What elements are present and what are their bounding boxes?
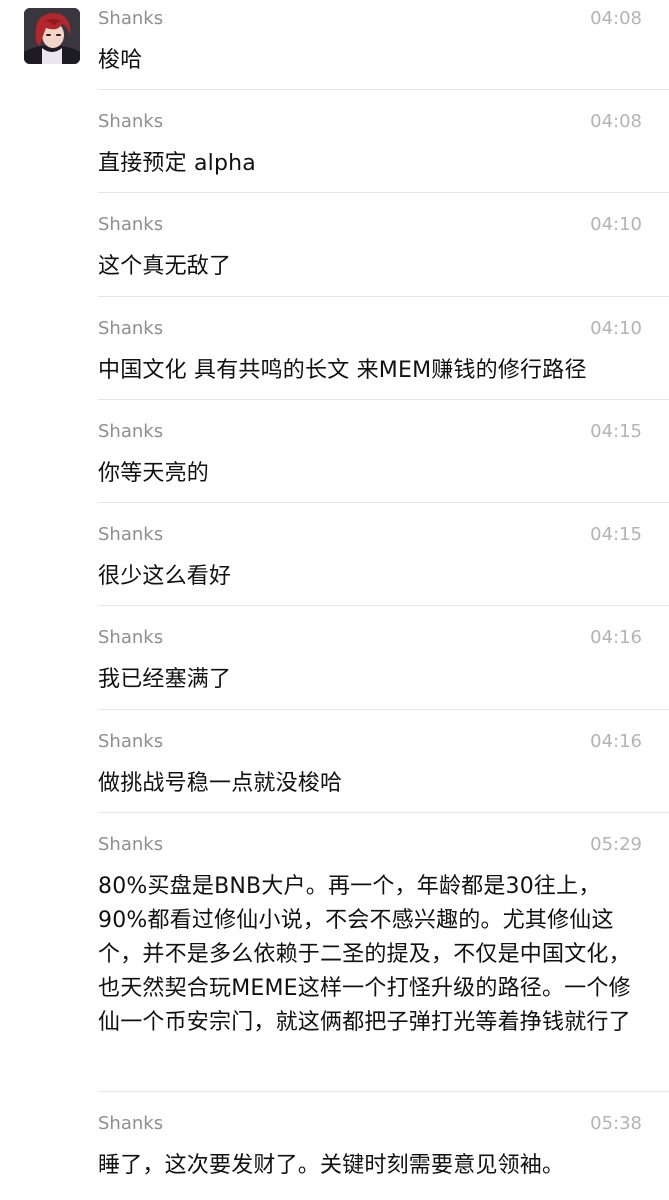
message-item[interactable]: Shanks 04:15 你等天亮的 [98, 421, 642, 501]
message-text: 这个真无敌了 [98, 254, 232, 279]
sender-name: Shanks [98, 524, 164, 545]
divider [98, 296, 669, 297]
sender-name: Shanks [98, 318, 164, 339]
sender-name: Shanks [98, 731, 164, 752]
message-text: 80%买盘是BNB大户。再一个，年龄都是30往上，90%都看过修仙小说，不会不感… [98, 874, 631, 1035]
message-time: 04:08 [590, 8, 642, 29]
message-text: 中国文化 具有共鸣的长文 来MEM赚钱的修行路径 [98, 358, 587, 383]
sender-name: Shanks [98, 214, 164, 235]
message-text: 你等天亮的 [98, 461, 210, 486]
message-time: 04:08 [590, 111, 642, 132]
message-item[interactable]: Shanks 05:38 睡了，这次要发财了。关键时刻需要意见领袖。 [98, 1113, 642, 1193]
sender-name: Shanks [98, 834, 164, 855]
message-item[interactable]: Shanks 04:10 中国文化 具有共鸣的长文 来MEM赚钱的修行路径 [98, 318, 642, 398]
message-time: 04:10 [590, 214, 642, 235]
user-avatar-red-hair-icon [24, 8, 80, 64]
message-text: 直接预定 alpha [98, 151, 256, 176]
message-text: 睡了，这次要发财了。关键时刻需要意见领袖。 [98, 1153, 565, 1178]
chat-history: Shanks 04:08 梭哈 Shanks 04:08 直接预定 alpha … [0, 0, 669, 1200]
divider [98, 1091, 669, 1092]
message-time: 04:16 [590, 627, 642, 648]
divider [98, 399, 669, 400]
sender-name: Shanks [98, 421, 164, 442]
message-text: 梭哈 [98, 48, 143, 73]
sender-name: Shanks [98, 111, 164, 132]
message-time: 05:29 [590, 834, 642, 855]
message-time: 04:10 [590, 318, 642, 339]
message-text: 很少这么看好 [98, 564, 232, 589]
message-item[interactable]: Shanks 05:29 80%买盘是BNB大户。再一个，年龄都是30往上，90… [98, 834, 642, 1090]
message-time: 04:16 [590, 731, 642, 752]
message-item[interactable]: Shanks 04:16 做挑战号稳一点就没梭哈 [98, 731, 642, 811]
sender-name: Shanks [98, 627, 164, 648]
divider [98, 812, 669, 813]
message-text: 做挑战号稳一点就没梭哈 [98, 771, 343, 796]
message-item[interactable]: Shanks 04:16 我已经塞满了 [98, 627, 642, 707]
message-text: 我已经塞满了 [98, 667, 232, 692]
divider [98, 502, 669, 503]
divider [98, 709, 669, 710]
message-item[interactable]: Shanks 04:08 直接预定 alpha [98, 111, 642, 191]
message-item[interactable]: Shanks 04:15 很少这么看好 [98, 524, 642, 604]
divider [98, 605, 669, 606]
sender-name: Shanks [98, 8, 164, 29]
divider [98, 192, 669, 193]
divider [98, 89, 669, 90]
message-time: 05:38 [590, 1113, 642, 1134]
message-item[interactable]: Shanks 04:08 梭哈 [98, 8, 642, 88]
message-item[interactable]: Shanks 04:10 这个真无敌了 [98, 214, 642, 294]
sender-name: Shanks [98, 1113, 164, 1134]
avatar[interactable] [24, 8, 80, 64]
message-time: 04:15 [590, 524, 642, 545]
message-time: 04:15 [590, 421, 642, 442]
